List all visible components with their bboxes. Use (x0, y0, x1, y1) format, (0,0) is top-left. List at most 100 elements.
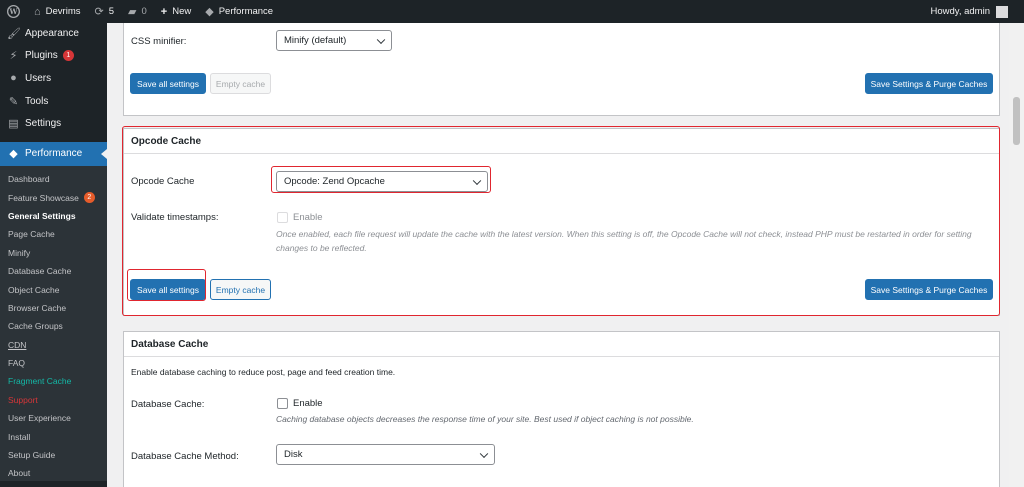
wrench-icon: ✎ (8, 95, 19, 108)
comment-icon: ▰ (128, 6, 137, 18)
submenu-feature-showcase[interactable]: Feature Showcase 2 (0, 188, 107, 206)
submenu-minify[interactable]: Minify (0, 244, 107, 262)
save-all-settings-button[interactable]: Save all settings (130, 73, 206, 94)
sidebar-item-label: Appearance (25, 27, 79, 39)
updates-count: 5 (108, 6, 115, 17)
updates-link[interactable]: ⟳ 5 (88, 0, 122, 23)
feature-showcase-badge: 2 (83, 192, 95, 204)
sidebar-item-label: Users (25, 72, 52, 84)
users-icon: ● (10, 72, 17, 85)
sidebar-item-settings[interactable]: ▤ Settings (0, 112, 107, 135)
save-purge-caches-button[interactable]: Save Settings & Purge Caches (865, 73, 993, 94)
css-minifier-select[interactable]: Minify (default) (276, 30, 392, 51)
chevron-down-icon (479, 449, 489, 458)
minify-settings-box: CSS minifier: Minify (default) Save all … (123, 23, 1000, 116)
performance-label: Performance (218, 6, 274, 17)
plugins-update-badge: 1 (62, 50, 74, 62)
paintbrush-icon: 🖌︎ (7, 27, 21, 40)
avatar (996, 5, 1008, 18)
submenu-support[interactable]: Support (0, 391, 107, 409)
admin-sidebar: 🖌︎ Appearance ⚡︎ Plugins 1 ● Users ✎ Too… (0, 23, 107, 487)
main-content: CSS minifier: Minify (default) Save all … (107, 23, 1009, 487)
sidebar-item-users[interactable]: ● Users (0, 67, 107, 90)
sidebar-item-tools[interactable]: ✎ Tools (0, 90, 107, 113)
empty-cache-button[interactable]: Empty cache (210, 73, 271, 94)
plug-icon: ⚡︎ (9, 50, 18, 63)
opcode-box-highlight (122, 126, 1000, 316)
database-cache-label: Database Cache: (131, 399, 205, 410)
database-cache-method-label: Database Cache Method: (131, 451, 239, 462)
comments-count: 0 (141, 6, 147, 17)
sidebar-item-label: Plugins (25, 50, 58, 62)
submenu-cdn[interactable]: CDN (0, 335, 107, 353)
submenu-user-experience[interactable]: User Experience (0, 409, 107, 427)
submenu-label: Cache Groups (8, 321, 63, 332)
submenu-label: Feature Showcase (8, 192, 79, 203)
svg-text:W: W (8, 7, 18, 16)
submenu-label: Browser Cache (8, 302, 67, 313)
submenu-label: Setup Guide (8, 450, 56, 461)
submenu-label: Dashboard (8, 174, 50, 185)
updates-icon: ⟳ (94, 6, 104, 18)
opcode-select-highlight (271, 166, 491, 193)
admin-bar: W ⌂ Devrims ⟳ 5 ▰ 0 + New ◆ Performance … (0, 0, 1024, 23)
css-minifier-label: CSS minifier: (131, 36, 187, 47)
submenu-label: Fragment Cache (8, 376, 72, 387)
submenu-label: Install (8, 431, 31, 442)
submenu-label: User Experience (8, 413, 71, 424)
submenu-install[interactable]: Install (0, 427, 107, 445)
sidebar-item-plugins[interactable]: ⚡︎ Plugins 1 (0, 45, 107, 68)
home-icon: ⌂ (34, 5, 41, 18)
plus-icon: + (160, 5, 168, 18)
submenu-label: CDN (8, 339, 27, 350)
comments-link[interactable]: ▰ 0 (121, 0, 154, 23)
site-name-link[interactable]: ⌂ Devrims (27, 0, 88, 23)
submenu-database-cache[interactable]: Database Cache (0, 262, 107, 280)
database-cache-description: Caching database objects decreases the r… (276, 414, 694, 424)
submenu-label: About (8, 468, 31, 479)
css-minifier-value: Minify (default) (284, 35, 347, 46)
scrollbar-thumb[interactable] (1013, 97, 1020, 145)
new-content-link[interactable]: + New (154, 0, 198, 23)
new-label: New (172, 6, 192, 17)
my-account[interactable]: Howdy, admin (930, 5, 1024, 18)
wordpress-logo-icon[interactable]: W (0, 0, 27, 23)
performance-link[interactable]: ◆ Performance (198, 0, 280, 23)
sidebar-item-label: Settings (25, 118, 62, 130)
submenu-object-cache[interactable]: Object Cache (0, 280, 107, 298)
howdy-text: Howdy, admin (930, 6, 991, 17)
submenu-dashboard[interactable]: Dashboard (0, 170, 107, 188)
database-cache-enable-label: Enable (293, 398, 323, 409)
submenu-label: Database Cache (8, 266, 72, 277)
settings-icon: ▤ (8, 118, 19, 131)
submenu-general-settings[interactable]: General Settings (0, 207, 107, 225)
database-cache-checkbox[interactable] (277, 398, 288, 409)
submenu-setup-guide[interactable]: Setup Guide (0, 446, 107, 464)
performance-icon: ◆ (205, 6, 214, 18)
submenu-cache-groups[interactable]: Cache Groups (0, 317, 107, 335)
submenu-label: Object Cache (8, 284, 60, 295)
submenu-label: General Settings (8, 210, 76, 221)
submenu-label: Support (8, 394, 38, 405)
submenu-label: Minify (8, 247, 31, 258)
page-scrollbar[interactable] (1009, 23, 1024, 487)
submenu-label: FAQ (8, 358, 26, 369)
sidebar-item-performance[interactable]: ◆ Performance (0, 141, 107, 166)
database-cache-title: Database Cache (124, 332, 999, 357)
chevron-down-icon (376, 35, 386, 44)
database-cache-method-select[interactable]: Disk (276, 444, 495, 465)
submenu-browser-cache[interactable]: Browser Cache (0, 299, 107, 317)
save-button-highlight (127, 269, 206, 301)
submenu-about[interactable]: About (0, 464, 107, 482)
performance-icon: ◆ (9, 148, 18, 161)
submenu-faq[interactable]: FAQ (0, 354, 107, 372)
submenu-fragment-cache[interactable]: Fragment Cache (0, 372, 107, 390)
submenu-page-cache[interactable]: Page Cache (0, 225, 107, 243)
database-cache-box: Database Cache Enable database caching t… (123, 331, 1000, 487)
sidebar-item-label: Performance (25, 148, 83, 160)
submenu-label: Page Cache (8, 229, 55, 240)
sidebar-item-label: Tools (25, 95, 49, 107)
performance-submenu: Dashboard Feature Showcase 2 General Sett… (0, 165, 107, 482)
sidebar-item-appearance[interactable]: 🖌︎ Appearance (0, 22, 107, 45)
database-cache-method-value: Disk (284, 449, 303, 460)
